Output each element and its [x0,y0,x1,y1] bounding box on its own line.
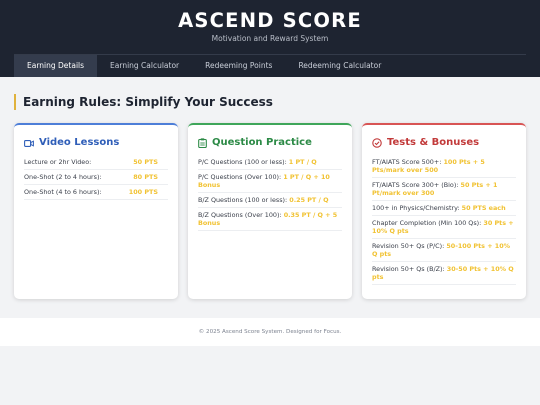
rule-label: B/Z Questions (Over 100): [198,211,282,219]
rule-points: 100 PTS [128,188,158,196]
rule-list: Lecture or 2hr Video: 50 PTS One-Shot (2… [24,155,168,200]
footer-copyright: © 2025 Ascend Score System. Designed for… [198,329,342,335]
rule-points: 80 PTS [133,173,158,181]
app-subtitle: Motivation and Reward System [211,34,329,43]
rule-label: 100+ in Physics/Chemistry: [372,204,460,212]
card-title: Tests & Bonuses [372,136,518,150]
rule-label: FT/AIATS Score 300+ (Bio): [372,181,459,189]
app-header: ASCEND SCORE Motivation and Reward Syste… [0,0,540,77]
rule-label: Revision 50+ Qs (B/Z): [372,265,445,273]
app-title: ASCEND SCORE [178,9,362,32]
rule-label: One-Shot (2 to 4 hours): [24,173,102,181]
nav-tabs: Earning Details Earning Calculator Redee… [14,55,394,77]
page-footer: © 2025 Ascend Score System. Designed for… [0,318,540,346]
rule-label: Revision 50+ Qs (P/C): [372,242,445,250]
rule-list: FT/AIATS Score 500+: 100 Pts + 5 Pts/mar… [372,155,516,285]
card-title-label: Question Practice [212,137,312,148]
rule-row: 100+ in Physics/Chemistry: 50 PTS each [372,201,516,216]
rule-label: Lecture or 2hr Video: [24,158,92,166]
card-video-lessons: Video Lessons Lecture or 2hr Video: 50 P… [14,123,178,299]
rule-label: One-Shot (4 to 6 hours): [24,188,102,196]
rule-row: P/C Questions (100 or less): 1 PT / Q [198,155,342,170]
rule-row: FT/AIATS Score 500+: 100 Pts + 5 Pts/mar… [372,155,516,178]
card-title: Video Lessons [24,136,170,150]
rule-points: 1 PT / Q [288,158,317,166]
rule-points: 50 PTS each [461,204,506,212]
rule-label: P/C Questions (100 or less): [198,158,287,166]
card-tests-bonuses: Tests & Bonuses FT/AIATS Score 500+: 100… [362,123,526,299]
rule-label: Chapter Completion (Min 100 Qs): [372,219,482,227]
rule-label: B/Z Questions (100 or less): [198,196,288,204]
card-question-practice: Question Practice P/C Questions (100 or … [188,123,352,299]
card-title: Question Practice [198,136,344,150]
rule-row: Revision 50+ Qs (P/C): 50-100 Pts + 10% … [372,239,516,262]
rule-row: P/C Questions (Over 100): 1 PT / Q + 10 … [198,170,342,193]
rule-row: Chapter Completion (Min 100 Qs): 30 Pts … [372,216,516,239]
clipboard-icon [198,138,207,148]
rule-row: FT/AIATS Score 300+ (Bio): 50 Pts + 1 Pt… [372,178,516,201]
rule-row: One-Shot (4 to 6 hours): 100 PTS [24,185,168,200]
tab-earning-calculator[interactable]: Earning Calculator [97,55,192,77]
card-title-label: Video Lessons [39,137,120,148]
section-title: Earning Rules: Simplify Your Success [14,94,273,110]
video-camera-icon [24,139,34,147]
rule-label: FT/AIATS Score 500+: [372,158,442,166]
rule-label: P/C Questions (Over 100): [198,173,282,181]
rule-row: B/Z Questions (Over 100): 0.35 PT / Q + … [198,208,342,231]
rule-points: 50 PTS [133,158,158,166]
rule-points: 0.25 PT / Q [289,196,329,204]
rule-row: One-Shot (2 to 4 hours): 80 PTS [24,170,168,185]
tab-redeeming-points[interactable]: Redeeming Points [192,55,285,77]
rule-row: Lecture or 2hr Video: 50 PTS [24,155,168,170]
tab-earning-details[interactable]: Earning Details [14,55,98,77]
rule-list: P/C Questions (100 or less): 1 PT / Q P/… [198,155,342,231]
rule-row: Revision 50+ Qs (B/Z): 30-50 Pts + 10% Q… [372,262,516,285]
rule-row: B/Z Questions (100 or less): 0.25 PT / Q [198,193,342,208]
tab-redeeming-calculator[interactable]: Redeeming Calculator [285,55,394,77]
card-title-label: Tests & Bonuses [387,137,480,148]
check-circle-icon [372,138,382,148]
